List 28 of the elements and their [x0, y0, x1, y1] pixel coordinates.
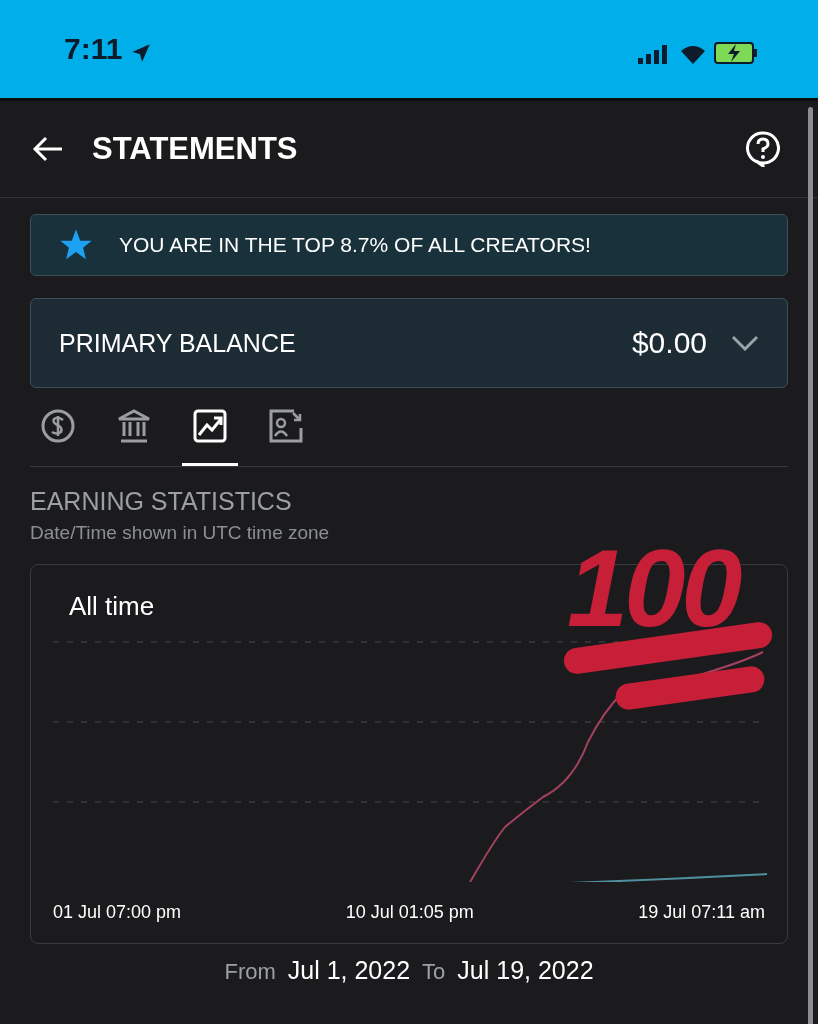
battery-icon	[714, 42, 758, 64]
x-axis-label: 10 Jul 01:05 pm	[345, 902, 474, 923]
from-label: From	[224, 959, 276, 985]
balance-amount: $0.00	[631, 326, 707, 360]
balance-label: PRIMARY BALANCE	[59, 328, 296, 358]
star-icon	[59, 228, 93, 262]
help-icon[interactable]	[746, 131, 780, 167]
location-arrow-icon	[130, 42, 153, 64]
section-subtitle: Date/Time shown in UTC time zone	[30, 522, 331, 544]
banner-text: YOU ARE IN THE TOP 8.7% OF ALL CREATORS!	[119, 233, 591, 257]
status-time: 7:11	[64, 34, 123, 64]
bank-icon	[116, 407, 152, 444]
back-arrow-icon[interactable]	[32, 135, 64, 163]
scrollbar[interactable]	[808, 107, 813, 1024]
wifi-icon	[680, 44, 706, 64]
x-axis-label: 19 Jul 07:11 am	[638, 902, 765, 923]
hundred-points-sticker: 100	[557, 543, 777, 723]
period-label: All time	[69, 591, 155, 622]
from-date[interactable]: Jul 1, 2022	[287, 956, 411, 985]
to-date[interactable]: Jul 19, 2022	[457, 956, 594, 985]
x-axis-label: 01 Jul 07:00 pm	[53, 902, 182, 923]
portrait-document-icon	[268, 407, 304, 444]
chart-icon	[192, 407, 228, 444]
page-title: STATEMENTS	[92, 131, 298, 167]
balance-dropdown[interactable]: PRIMARY BALANCE $0.00	[30, 298, 788, 388]
to-label: To	[422, 959, 446, 985]
dollar-icon	[40, 407, 76, 444]
section-title: EARNING STATISTICS	[30, 487, 293, 516]
